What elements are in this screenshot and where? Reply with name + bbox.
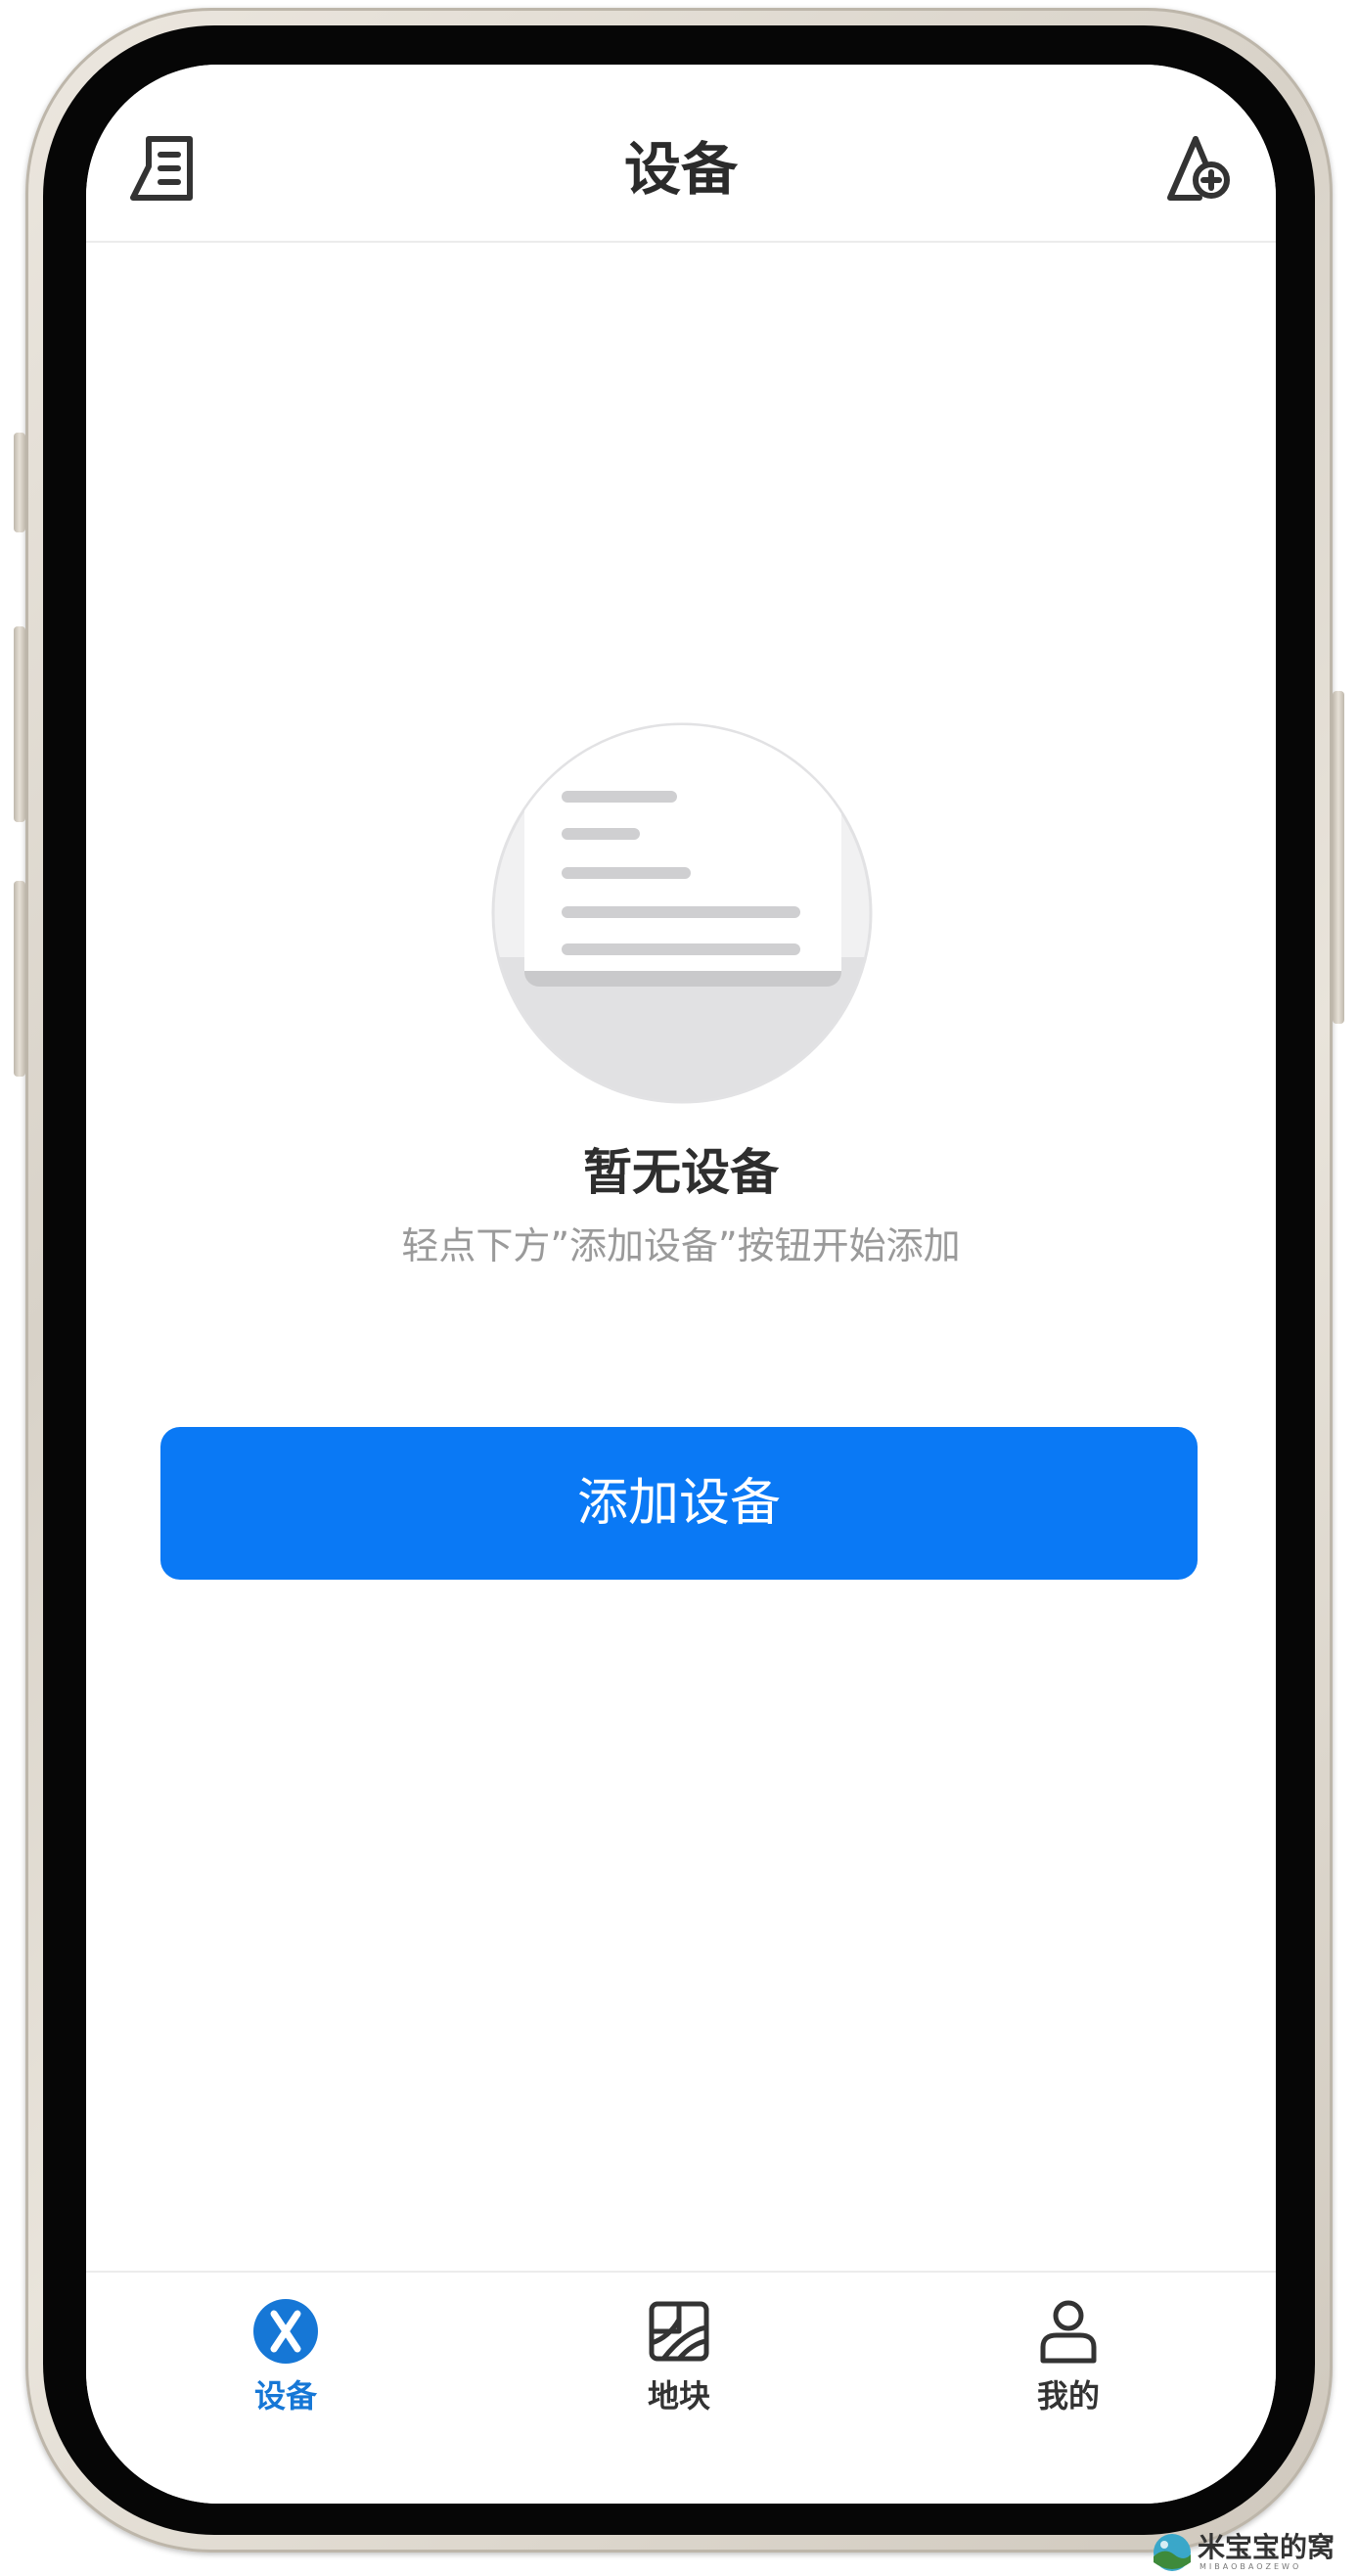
empty-document-illustration [491, 722, 873, 1104]
watermark-logo-icon [1154, 2534, 1191, 2571]
profile-icon [1035, 2298, 1102, 2365]
watermark-subtext: MIBAOBAOZEWO [1200, 2562, 1302, 2571]
tab-land-parcels[interactable]: 地块 [581, 2298, 777, 2435]
watermark: 米宝宝的窝 MIBAOBAOZEWO [1151, 2533, 1346, 2572]
tab-devices[interactable]: 设备 [188, 2298, 384, 2435]
add-device-button[interactable]: 添加设备 [160, 1427, 1198, 1580]
phone-silent-switch [14, 433, 25, 532]
land-parcel-icon [646, 2298, 712, 2365]
device-x-icon [252, 2298, 319, 2365]
tab-profile[interactable]: 我的 [971, 2298, 1166, 2435]
empty-state-subtitle: 轻点下方”添加设备”按钮开始添加 [401, 1224, 961, 1267]
top-navigation-bar: 设备 [86, 65, 1276, 243]
empty-state-title: 暂无设备 [583, 1144, 779, 1201]
add-location-icon[interactable] [1166, 135, 1233, 202]
screenshot-canvas: 设备 暂无设备 轻点下方”添加设备”按钮开始添加 添加设备 设备 地块 我的 米… [0, 0, 1358, 2576]
tab-land-parcels-label: 地块 [647, 2377, 710, 2415]
phone-power-button [1333, 691, 1344, 1024]
watermark-text: 米宝宝的窝 [1198, 2531, 1335, 2563]
tab-devices-label: 设备 [253, 2377, 317, 2415]
tab-profile-label: 我的 [1036, 2377, 1100, 2415]
app-screen: 设备 暂无设备 轻点下方”添加设备”按钮开始添加 添加设备 设备 地块 我的 [86, 65, 1276, 2504]
bottom-tab-bar: 设备 地块 我的 [86, 2271, 1276, 2504]
phone-volume-up-button [14, 626, 25, 822]
page-title: 设备 [623, 136, 738, 203]
phone-volume-down-button [14, 881, 25, 1077]
